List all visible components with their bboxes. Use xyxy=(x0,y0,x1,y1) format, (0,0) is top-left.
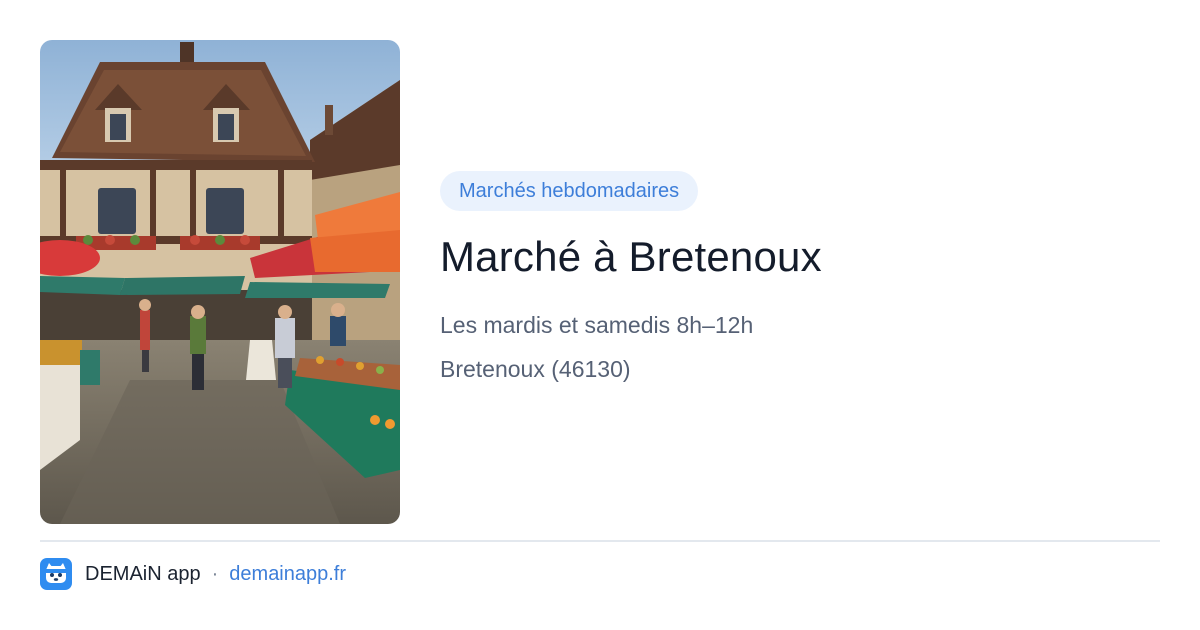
market-info: Marchés hebdomadaires Marché à Bretenoux… xyxy=(440,171,1160,384)
market-photo-illustration xyxy=(40,40,400,524)
app-url-link[interactable]: demainapp.fr xyxy=(229,563,346,586)
footer-separator: · xyxy=(211,562,219,585)
dog-face-icon xyxy=(46,563,66,583)
app-logo-icon xyxy=(40,558,72,590)
footer-divider xyxy=(40,540,1160,542)
app-name: DEMAiN app xyxy=(85,562,201,585)
market-location: Bretenoux (46130) xyxy=(440,356,631,382)
category-badge[interactable]: Marchés hebdomadaires xyxy=(440,171,699,211)
market-photo xyxy=(40,40,400,524)
market-schedule: Les mardis et samedis 8h–12h xyxy=(440,312,754,338)
market-title: Marché à Bretenoux xyxy=(440,233,822,280)
footer: DEMAiN app · demainapp.fr xyxy=(40,558,346,590)
